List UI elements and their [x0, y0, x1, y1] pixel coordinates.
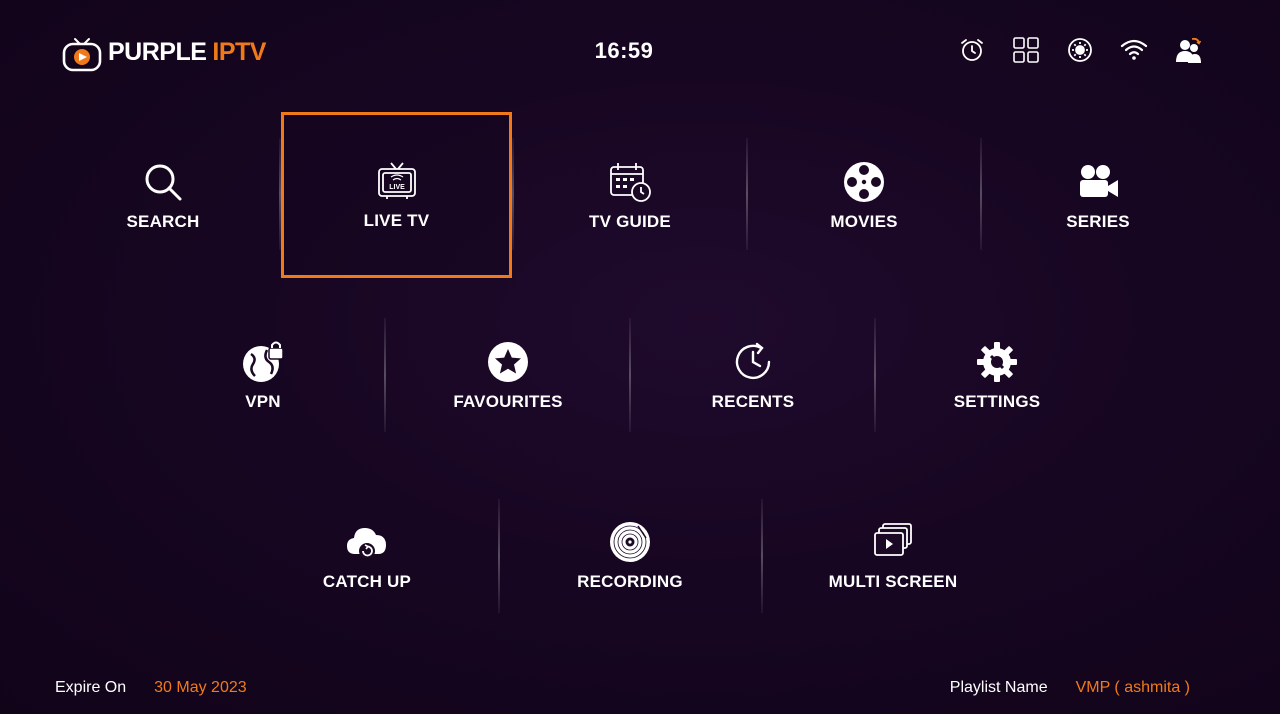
menu-catch-up-label: CATCH UP — [322, 571, 412, 591]
playlist-name: VMP ( ashmita ) — [1075, 679, 1190, 696]
menu-settings[interactable]: SETTINGS — [881, 293, 1113, 458]
multi-screen-icon — [871, 520, 915, 564]
switch-user-icon[interactable] — [1174, 34, 1202, 66]
live-tv-icon: LIVE — [375, 159, 419, 203]
playlist-label: Playlist Name — [949, 679, 1048, 696]
history-icon — [731, 340, 775, 384]
divider — [629, 318, 631, 432]
grid-icon[interactable] — [1012, 34, 1040, 66]
divider — [761, 499, 763, 613]
cloud-replay-icon — [345, 520, 389, 564]
divider — [498, 499, 500, 613]
menu-search[interactable]: SEARCH — [47, 113, 279, 278]
logo-word-purple: PURPLE — [108, 37, 207, 66]
menu-multi-screen-label: MULTI SCREEN — [828, 571, 958, 591]
app-logo: PURPLE IPTV — [60, 30, 266, 74]
menu-settings-label: SETTINGS — [953, 391, 1041, 411]
expire-label: Expire On — [55, 679, 127, 696]
header-icon-bar — [958, 34, 1202, 66]
menu-tv-guide-label: TV GUIDE — [589, 211, 671, 231]
expire-date: 30 May 2023 — [154, 679, 247, 696]
menu-vpn[interactable]: VPN — [147, 293, 379, 458]
star-icon — [486, 340, 530, 384]
alarm-icon[interactable] — [958, 34, 986, 66]
disc-record-icon — [608, 520, 652, 564]
wifi-icon[interactable] — [1120, 34, 1148, 66]
gear-icon — [975, 340, 1019, 384]
menu-live-tv-label: LIVE TV — [363, 211, 430, 230]
menu-favourites[interactable]: FAVOURITES — [392, 293, 624, 458]
menu-recents[interactable]: RECENTS — [637, 293, 869, 458]
menu-series-label: SERIES — [1066, 211, 1130, 231]
clock: 16:59 — [594, 38, 654, 63]
menu-tv-guide[interactable]: TV GUIDE — [514, 113, 746, 278]
settings-refresh-icon[interactable] — [1066, 34, 1094, 66]
divider — [384, 318, 386, 432]
menu-favourites-label: FAVOURITES — [453, 391, 563, 411]
menu-movies[interactable]: MOVIES — [748, 113, 980, 278]
menu-search-label: SEARCH — [126, 211, 200, 231]
video-camera-icon — [1076, 160, 1120, 204]
divider — [874, 318, 876, 432]
expiry-info: Expire On 30 May 2023 — [55, 679, 247, 697]
menu-recents-label: RECENTS — [711, 391, 795, 411]
menu-vpn-label: VPN — [245, 391, 281, 411]
menu-multi-screen[interactable]: MULTI SCREEN — [777, 473, 1009, 638]
menu-live-tv[interactable]: LIVE LIVE TV — [281, 112, 512, 278]
logo-word-iptv: IPTV — [212, 37, 266, 66]
menu-catch-up[interactable]: CATCH UP — [251, 473, 483, 638]
menu-recording[interactable]: RECORDING — [514, 473, 746, 638]
film-reel-icon — [842, 160, 886, 204]
logo-tv-icon — [60, 30, 104, 74]
menu-movies-label: MOVIES — [830, 211, 898, 231]
search-icon — [141, 160, 185, 204]
menu-series[interactable]: SERIES — [982, 113, 1214, 278]
vpn-globe-lock-icon — [241, 340, 285, 384]
svg-text:LIVE: LIVE — [389, 184, 405, 191]
calendar-clock-icon — [608, 160, 652, 204]
playlist-info: Playlist Name VMP ( ashmita ) — [950, 679, 1190, 697]
menu-recording-label: RECORDING — [577, 571, 683, 591]
